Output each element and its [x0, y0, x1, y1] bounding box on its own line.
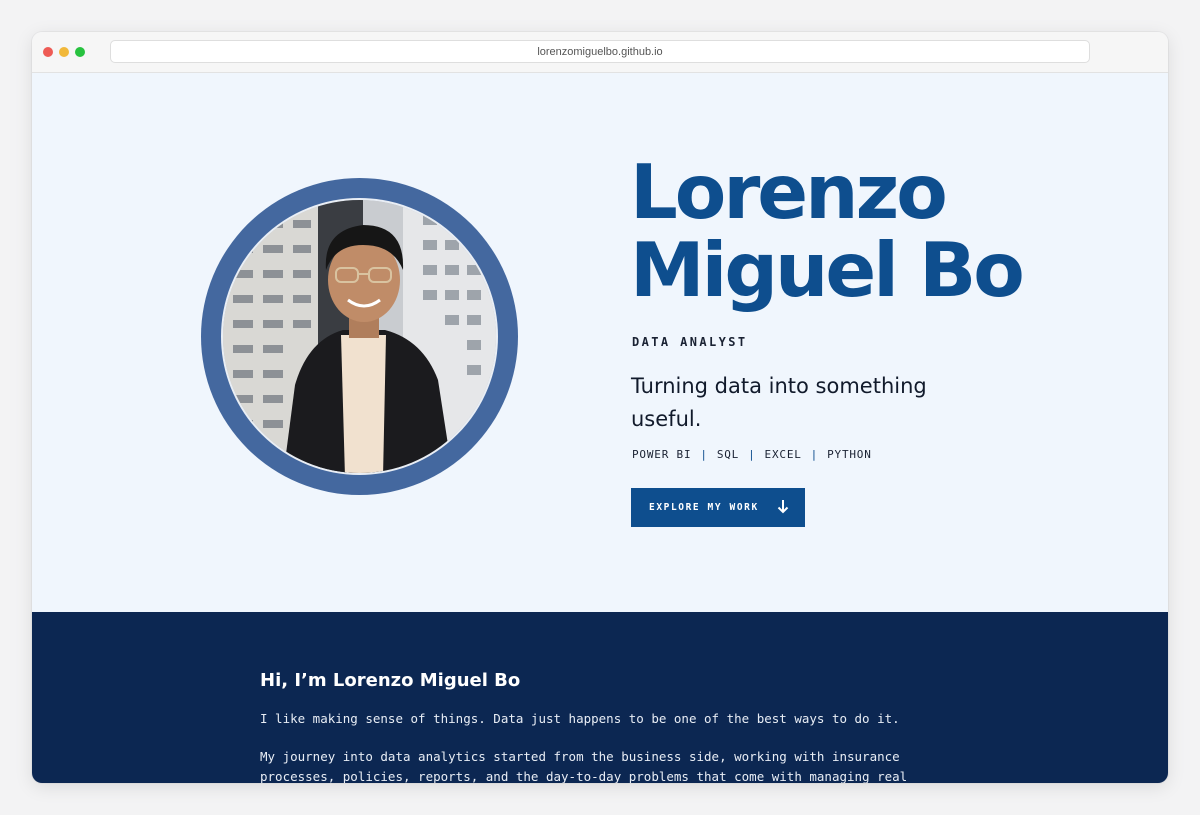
- portrait-frame: [201, 178, 518, 495]
- skill-python: PYTHON: [827, 448, 872, 461]
- skill-sql: SQL: [716, 448, 740, 461]
- close-window-button[interactable]: [43, 47, 53, 57]
- about-paragraph-2: My journey into data analytics started f…: [260, 749, 908, 783]
- explore-my-work-button[interactable]: EXPLORE MY WORK: [631, 488, 805, 527]
- tagline: Turning data into something useful.: [631, 374, 927, 431]
- browser-toolbar: lorenzomiguelbo.github.io: [32, 32, 1168, 73]
- profile-photo: [221, 198, 498, 475]
- skill-power-bi: POWER BI: [632, 448, 692, 461]
- page-title: Lorenzo Miguel Bo: [630, 148, 1025, 314]
- skill-excel: EXCEL: [764, 448, 802, 461]
- minimize-window-button[interactable]: [59, 47, 69, 57]
- address-bar[interactable]: lorenzomiguelbo.github.io: [110, 40, 1090, 63]
- profile-photo-image: [223, 200, 496, 473]
- browser-window: lorenzomiguelbo.github.io Lorenzo Miguel…: [32, 32, 1168, 783]
- hero-section: Lorenzo Miguel Bo DATA ANALYST Turning d…: [32, 73, 1168, 612]
- skill-separator: |: [810, 448, 819, 461]
- skill-separator: |: [700, 448, 708, 461]
- maximize-window-button[interactable]: [75, 47, 85, 57]
- skill-separator: |: [748, 448, 756, 461]
- about-section: Hi, I’m Lorenzo Miguel Bo I like making …: [32, 612, 1168, 783]
- explore-my-work-label: EXPLORE MY WORK: [649, 502, 759, 513]
- role-label: DATA ANALYST: [632, 335, 748, 349]
- name-line-2: Miguel Bo: [630, 226, 1025, 314]
- name-line-1: Lorenzo: [630, 148, 948, 236]
- about-heading: Hi, I’m Lorenzo Miguel Bo: [260, 670, 521, 691]
- address-bar-url: lorenzomiguelbo.github.io: [537, 45, 663, 58]
- about-paragraph-1: I like making sense of things. Data just…: [260, 711, 900, 726]
- arrow-down-icon: [777, 499, 789, 517]
- skills-list: POWER BI | SQL | EXCEL | PYTHON: [632, 448, 872, 461]
